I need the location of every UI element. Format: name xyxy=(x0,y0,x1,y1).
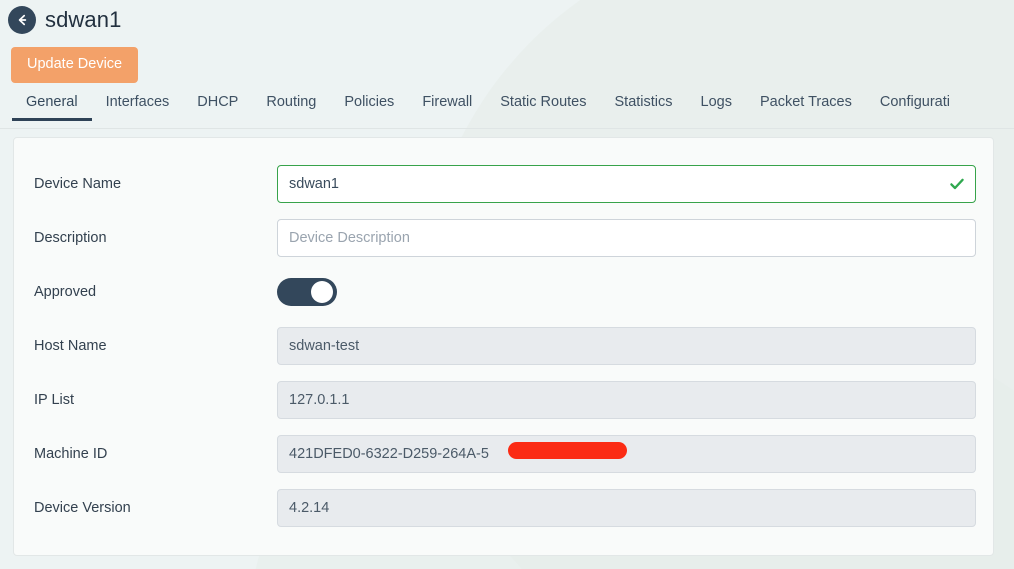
page-title: sdwan1 xyxy=(45,7,122,32)
row-machine-id: Machine ID xyxy=(14,427,993,481)
label-approved: Approved xyxy=(34,284,97,300)
device-version-input xyxy=(277,489,976,527)
tab-statistics[interactable]: Statistics xyxy=(601,93,687,121)
tab-configuration[interactable]: Configurati xyxy=(866,93,964,121)
page-header: sdwan1 Update Device xyxy=(0,0,1014,83)
label-machine-id: Machine ID xyxy=(34,446,108,462)
label-device-version: Device Version xyxy=(34,500,131,516)
tab-dhcp[interactable]: DHCP xyxy=(183,93,252,121)
machine-id-input xyxy=(277,435,976,473)
label-ip-list: IP List xyxy=(34,392,75,408)
label-host-name: Host Name xyxy=(34,338,107,354)
row-host-name: Host Name xyxy=(14,319,993,373)
row-device-version: Device Version xyxy=(14,481,993,535)
update-device-button[interactable]: Update Device xyxy=(11,47,139,83)
toggle-knob xyxy=(311,281,333,303)
row-ip-list: IP List xyxy=(14,373,993,427)
general-settings-card: Device Name Description Approved Host Na… xyxy=(13,137,994,556)
field-ip-list xyxy=(277,381,976,419)
field-host-name xyxy=(277,327,976,365)
device-name-input[interactable] xyxy=(277,165,976,203)
tab-interfaces[interactable]: Interfaces xyxy=(92,93,184,121)
tab-bar: General Interfaces DHCP Routing Policies… xyxy=(0,93,1014,129)
ip-list-input xyxy=(277,381,976,419)
tab-policies[interactable]: Policies xyxy=(330,93,408,121)
field-device-version xyxy=(277,489,976,527)
label-device-name: Device Name xyxy=(34,176,122,192)
check-icon xyxy=(948,175,966,193)
tab-static-routes[interactable]: Static Routes xyxy=(486,93,600,121)
description-input[interactable] xyxy=(277,219,976,257)
tab-packet-traces[interactable]: Packet Traces xyxy=(746,93,866,121)
arrow-left-circle-icon xyxy=(18,14,27,26)
action-button-row: Update Device xyxy=(0,47,1014,83)
row-description: Description xyxy=(14,211,993,265)
field-description xyxy=(277,219,976,257)
back-button[interactable] xyxy=(8,6,36,34)
tab-logs[interactable]: Logs xyxy=(687,93,746,121)
row-approved: Approved xyxy=(14,265,993,319)
row-device-name: Device Name xyxy=(14,157,993,211)
tab-firewall[interactable]: Firewall xyxy=(408,93,486,121)
host-name-input xyxy=(277,327,976,365)
field-machine-id xyxy=(277,435,976,473)
label-description: Description xyxy=(34,230,107,246)
field-device-name xyxy=(277,165,976,203)
tab-general[interactable]: General xyxy=(12,93,92,121)
approved-toggle[interactable] xyxy=(277,278,337,306)
title-row: sdwan1 xyxy=(0,3,1014,37)
tab-routing[interactable]: Routing xyxy=(252,93,330,121)
field-approved xyxy=(277,278,976,306)
